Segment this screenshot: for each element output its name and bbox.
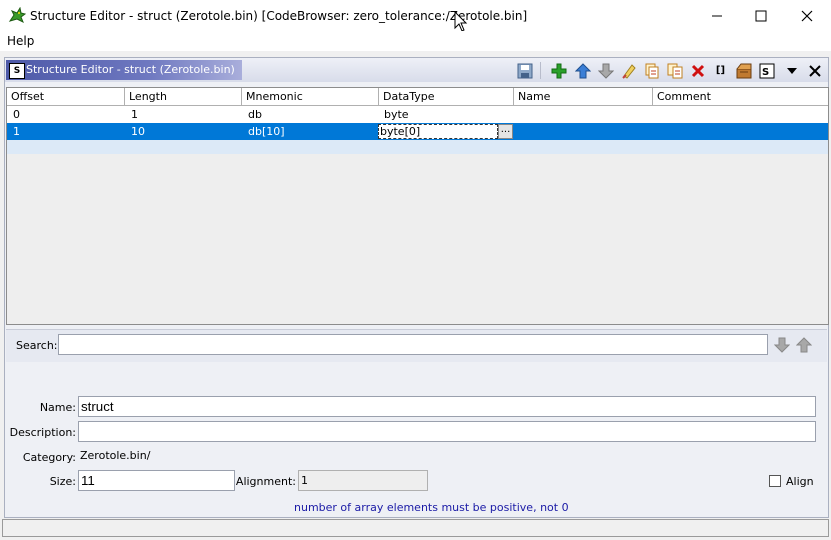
column-header-name[interactable]: Name [514,88,653,105]
structure-table: Offset Length Mnemonic DataType Name Com… [6,87,829,325]
cell-name[interactable] [514,106,520,123]
toolbar-separator [540,62,541,79]
arrow-up-icon [796,337,812,353]
move-up-icon [574,62,591,78]
description-field[interactable] [78,421,816,442]
status-message: number of array elements must be positiv… [294,501,569,514]
table-empty-row[interactable] [7,140,828,154]
add-icon [551,63,566,78]
cell-offset: 0 [13,108,20,121]
ghidra-dragon-icon [8,7,26,24]
save-icon [517,63,532,78]
category-label: Category: [22,451,76,464]
cell-comment[interactable] [653,123,659,140]
size-field[interactable] [78,470,235,491]
move-down-icon [597,63,614,79]
menu-bar: Help [0,31,831,51]
datatype-edit-field[interactable]: byte[0] [378,124,498,139]
category-field: Zerotole.bin/ [80,449,151,462]
show-component-path-button[interactable]: S [757,61,776,80]
cell-offset: 1 [13,125,20,138]
add-button[interactable] [549,61,568,80]
svg-text:S: S [762,67,769,78]
maximize-button[interactable] [738,0,784,31]
table-row-selected[interactable]: 1 10 db[10] byte[0] ... [7,123,828,140]
panel-header: S Structure Editor - struct (Zerotole.bi… [5,58,828,82]
unpackage-icon [736,63,751,78]
title-bar: Structure Editor - struct (Zerotole.bin)… [0,0,831,32]
create-array-button[interactable]: [] [711,61,730,80]
alignment-field: 1 [298,470,428,491]
create-array-icon: [] [715,65,726,76]
cell-mnemonic: db [248,108,262,121]
datatype-chooser-button[interactable]: ... [498,124,513,139]
name-field[interactable] [78,396,816,417]
clear-icon [621,63,636,79]
column-header-length[interactable]: Length [125,88,242,105]
mouse-cursor-icon [454,11,468,32]
name-label: Name: [39,401,76,414]
column-header-comment[interactable]: Comment [653,88,828,105]
search-next-button[interactable] [772,335,792,355]
size-label: Size: [49,475,76,488]
save-button[interactable] [515,61,534,80]
duplicate-multiple-button[interactable] [665,61,684,80]
column-header-offset[interactable]: Offset [7,88,125,105]
search-bar: Search: [6,329,827,362]
close-icon [808,64,821,77]
cell-length: 10 [131,125,145,138]
window-title: Structure Editor - struct (Zerotole.bin)… [30,9,528,23]
search-previous-button[interactable] [794,335,814,355]
status-bar [2,519,829,537]
search-input[interactable] [58,334,768,355]
align-checkbox[interactable] [769,475,781,487]
structure-editor-panel: S Structure Editor - struct (Zerotole.bi… [4,57,829,518]
panel-close-button[interactable] [805,61,824,80]
duplicate-button[interactable] [642,61,661,80]
align-label[interactable]: Align [786,475,814,488]
menu-help[interactable]: Help [7,34,34,48]
move-up-button[interactable] [573,61,592,80]
close-icon [801,10,813,21]
show-component-path-icon: S [759,63,774,78]
delete-icon [691,64,704,77]
minimize-button[interactable] [694,0,740,31]
panel-title-tab: S Structure Editor - struct (Zerotole.bi… [6,60,242,80]
menu-dropdown-icon [786,67,797,74]
duplicate-icon [645,63,658,78]
column-header-mnemonic[interactable]: Mnemonic [242,88,379,105]
structure-editor-icon: S [9,63,25,79]
alignment-label: Alignment: [235,475,296,488]
cell-comment[interactable] [653,106,659,123]
table-row[interactable]: 0 1 db byte [7,106,828,123]
cell-name[interactable] [514,123,520,140]
panel-title: Structure Editor - struct (Zerotole.bin) [26,63,235,76]
cell-length: 1 [131,108,138,121]
maximize-icon [755,10,767,21]
close-button[interactable] [784,0,830,31]
description-label: Description: [9,426,76,439]
move-down-button[interactable] [596,61,615,80]
column-header-datatype[interactable]: DataType [379,88,514,105]
cell-mnemonic: db[10] [248,125,285,138]
clear-button[interactable] [619,61,638,80]
delete-button[interactable] [688,61,707,80]
cell-datatype[interactable]: byte [378,106,409,123]
panel-menu-button[interactable] [782,61,801,80]
table-header: Offset Length Mnemonic DataType Name Com… [7,88,828,106]
search-label: Search: [16,339,58,352]
unpackage-button[interactable] [734,61,753,80]
arrow-down-icon [774,337,790,353]
duplicate-multiple-icon [667,63,682,78]
minimize-icon [712,15,722,16]
